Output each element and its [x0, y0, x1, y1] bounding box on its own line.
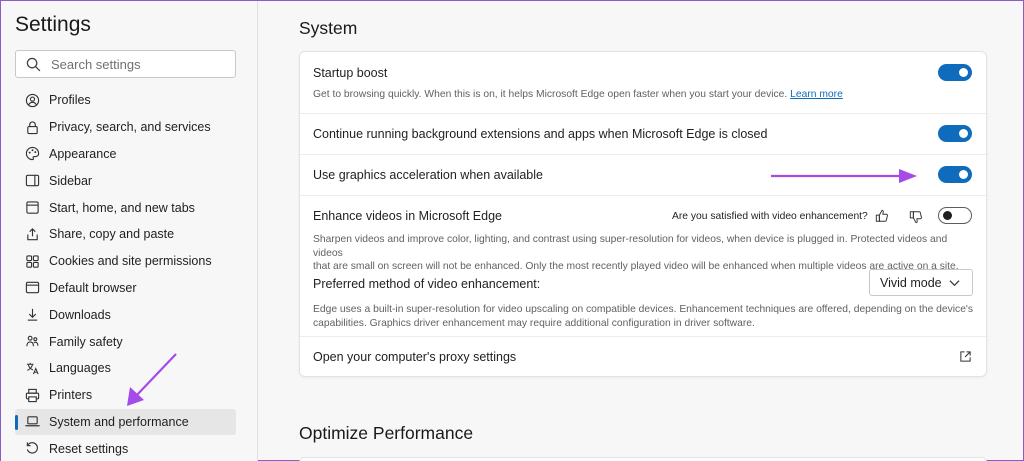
sidebar-item-label: Downloads [49, 307, 111, 322]
sidebar-title: Settings [15, 13, 91, 36]
sidebar-item-label: Cookies and site permissions [49, 254, 212, 269]
sidebar-item-label: System and performance [49, 414, 189, 429]
system-settings-card: Startup boost Get to browsing quickly. W… [299, 51, 988, 377]
enhance-videos-desc: Sharpen videos and improve color, lighti… [313, 233, 975, 274]
sidebar-item-label: Start, home, and new tabs [49, 200, 195, 215]
sidebar-item-label: Languages [49, 361, 111, 376]
sidebar-item-label: Printers [49, 388, 93, 403]
sidebar-item-profiles[interactable]: Profiles [15, 87, 236, 114]
family-icon [26, 335, 39, 347]
background-extensions-title: Continue running background extensions a… [313, 127, 768, 141]
sidebar-item-label: Reset settings [49, 441, 129, 456]
graphics-acceleration-title: Use graphics acceleration when available [313, 168, 543, 182]
language-icon [26, 362, 39, 375]
system-section-title: System [299, 18, 358, 38]
download-icon [27, 309, 38, 321]
graphics-acceleration-toggle[interactable] [938, 166, 972, 183]
background-extensions-toggle[interactable] [938, 125, 972, 142]
preferred-method-desc-line1: Edge uses a built-in super-resolution fo… [313, 304, 974, 315]
sidebar-item-languages[interactable]: Languages [15, 355, 236, 382]
sidebar-item-cookies[interactable]: Cookies and site permissions [15, 248, 236, 275]
sidebar-icon [25, 175, 40, 187]
search-input[interactable] [51, 56, 221, 72]
startup-boost-desc-text: Get to browsing quickly. When this is on… [313, 89, 788, 100]
sidebar-item-label: Privacy, search, and services [49, 120, 211, 135]
settings-sidebar: Settings Profiles Privacy, search, and s… [1, 1, 257, 461]
thumbs-down-icon[interactable] [909, 210, 923, 224]
video-enhancement-feedback-question: Are you satisfied with video enhancement… [672, 211, 868, 222]
learn-more-link[interactable]: Learn more [790, 89, 843, 100]
external-link-icon[interactable] [959, 350, 972, 363]
settings-nav: Profiles Privacy, search, and services A… [15, 87, 236, 461]
sidebar-item-label: Sidebar [49, 173, 93, 188]
background-extensions-row: Continue running background extensions a… [300, 114, 988, 154]
optimize-performance-card [299, 457, 987, 461]
sidebar-item-default-browser[interactable]: Default browser [15, 275, 236, 302]
sidebar-item-start-home[interactable]: Start, home, and new tabs [15, 194, 236, 221]
proxy-settings-row[interactable]: Open your computer's proxy settings [300, 337, 988, 377]
sidebar-item-family-safety[interactable]: Family safety [15, 328, 236, 355]
sidebar-item-label: Family safety [49, 334, 123, 349]
search-box[interactable] [15, 50, 236, 78]
preferred-method-desc: Edge uses a built-in super-resolution fo… [313, 303, 975, 330]
enhance-videos-title: Enhance videos in Microsoft Edge [313, 209, 502, 223]
palette-icon [25, 147, 40, 161]
startup-boost-toggle[interactable] [938, 64, 972, 81]
startup-boost-desc: Get to browsing quickly. When this is on… [313, 88, 975, 102]
reset-icon [26, 442, 38, 454]
search-icon [26, 57, 41, 71]
chevron-down-icon [949, 280, 960, 287]
startup-boost-title: Startup boost [313, 66, 388, 80]
sidebar-item-reset[interactable]: Reset settings [15, 435, 236, 461]
preferred-method-title: Preferred method of video enhancement: [313, 277, 541, 291]
lock-icon [27, 121, 38, 134]
share-icon [27, 227, 38, 241]
printer-icon [25, 388, 40, 402]
sidebar-item-label: Profiles [49, 93, 91, 108]
profile-icon [25, 93, 40, 108]
sidebar-item-printers[interactable]: Printers [15, 382, 236, 409]
sidebar-item-label: Default browser [49, 280, 137, 295]
thumbs-up-icon[interactable] [875, 209, 889, 223]
proxy-settings-title: Open your computer's proxy settings [313, 350, 517, 364]
sidebar-item-share[interactable]: Share, copy and paste [15, 221, 236, 248]
laptop-icon [25, 416, 40, 427]
cookie-icon [26, 254, 39, 268]
graphics-acceleration-row: Use graphics acceleration when available [300, 155, 988, 195]
sidebar-item-privacy[interactable]: Privacy, search, and services [15, 114, 236, 141]
sidebar-item-label: Share, copy and paste [49, 227, 175, 242]
home-icon [26, 201, 39, 214]
select-value: Vivid mode [880, 275, 942, 290]
sidebar-divider [257, 1, 258, 461]
sidebar-item-label: Appearance [49, 146, 117, 161]
browser-icon [25, 282, 40, 294]
preferred-method-desc-line2: capabilities. Graphics driver enhancemen… [313, 317, 755, 329]
startup-boost-row: Startup boost Get to browsing quickly. W… [300, 52, 988, 113]
sidebar-item-downloads[interactable]: Downloads [15, 301, 236, 328]
sidebar-item-appearance[interactable]: Appearance [15, 141, 236, 168]
enhance-videos-desc-line1: Sharpen videos and improve color, lighti… [313, 234, 948, 259]
enhance-videos-toggle[interactable] [938, 207, 972, 224]
video-enhancement-method-select[interactable]: Vivid mode [869, 269, 973, 296]
sidebar-item-sidebar[interactable]: Sidebar [15, 167, 236, 194]
optimize-performance-title: Optimize Performance [299, 423, 474, 443]
sidebar-item-system-performance[interactable]: System and performance [15, 408, 236, 436]
